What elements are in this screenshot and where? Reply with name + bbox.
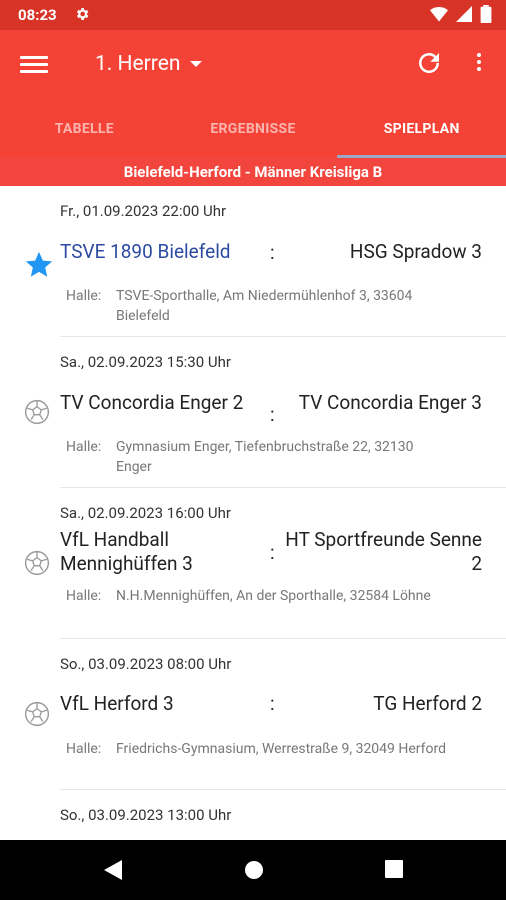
hall-address: Gymnasium Enger, Tiefenbruchstraße 22, 3… [116,439,414,475]
match-item[interactable]: Sa., 02.09.2023 15:30 Uhr TV Concordia E… [24,337,506,488]
tab-tabelle[interactable]: TABELLE [0,110,169,158]
handball-icon [24,701,50,731]
hall-label: Halle: [66,439,102,455]
recents-icon[interactable] [385,860,403,882]
match-item[interactable]: Sa., 02.09.2023 16:00 Uhr VfL Handball M… [24,488,506,639]
home-team: VfL Handball Mennighüffen 3 [60,528,193,575]
away-team: HT Sportfreunde Senne 2 [285,528,482,575]
hall-label: Halle: [66,288,102,304]
match-date: Sa., 02.09.2023 16:00 Uhr [60,504,231,522]
more-options-icon[interactable] [472,50,486,78]
match-date: So., 03.09.2023 13:00 Uhr [60,806,232,824]
home-team: TV Concordia Enger 2 [60,391,244,414]
hall-address: Friedrichs-Gymnasium, Werrestraße 9, 320… [116,741,447,757]
settings-gear-icon [74,6,90,26]
app-bar: 1. Herren TABELLE ERGEBNISSE SPIELPLAN [0,30,506,158]
match-item[interactable]: So., 03.09.2023 08:00 Uhr VfL Herford 3 … [24,639,506,790]
wifi-icon [430,7,448,22]
hall-address: TSVE-Sporthalle, Am Niedermühlenhof 3, 3… [116,288,413,324]
dropdown-caret-icon [190,61,203,68]
away-team: TG Herford 2 [373,692,482,715]
refresh-icon[interactable] [414,48,444,78]
hall-label: Halle: [66,588,102,604]
navigation-bar [0,840,506,900]
team-selector-label: 1. Herren [95,52,181,76]
score-separator: : [270,241,275,264]
match-item[interactable]: So., 03.09.2023 13:00 Uhr [60,790,506,840]
handball-icon [24,399,50,429]
back-icon[interactable] [104,860,122,884]
match-date: Sa., 02.09.2023 15:30 Uhr [60,353,231,371]
menu-icon[interactable] [20,52,48,76]
score-separator: : [270,541,275,564]
status-time: 08:23 [18,6,57,24]
tab-bar: TABELLE ERGEBNISSE SPIELPLAN [0,110,506,158]
match-item[interactable]: Fr., 01.09.2023 22:00 Uhr TSVE 1890 Biel… [25,186,506,337]
home-team[interactable]: TSVE 1890 Bielefeld [60,240,231,264]
tab-ergebnisse[interactable]: ERGEBNISSE [169,110,338,158]
home-icon[interactable] [244,860,264,884]
hall-label: Halle: [66,741,102,757]
signal-icon [456,6,472,22]
match-date: So., 03.09.2023 08:00 Uhr [60,655,232,673]
away-team: HSG Spradow 3 [349,240,482,263]
home-team: VfL Herford 3 [60,692,174,715]
team-selector[interactable]: 1. Herren [95,52,203,76]
star-icon[interactable] [24,250,54,284]
handball-icon [24,550,50,580]
hall-address: N.H.Mennighüffen, An der Sporthalle, 325… [116,588,431,604]
league-header: Bielefeld-Herford - Männer Kreisliga B [0,158,506,186]
tab-spielplan[interactable]: SPIELPLAN [337,110,506,158]
match-date: Fr., 01.09.2023 22:00 Uhr [60,202,227,220]
score-separator: : [270,692,275,715]
away-team: TV Concordia Enger 3 [298,391,482,414]
match-list[interactable]: Fr., 01.09.2023 22:00 Uhr TSVE 1890 Biel… [0,186,506,840]
status-bar: 08:23 [0,0,506,30]
battery-icon [480,5,492,23]
